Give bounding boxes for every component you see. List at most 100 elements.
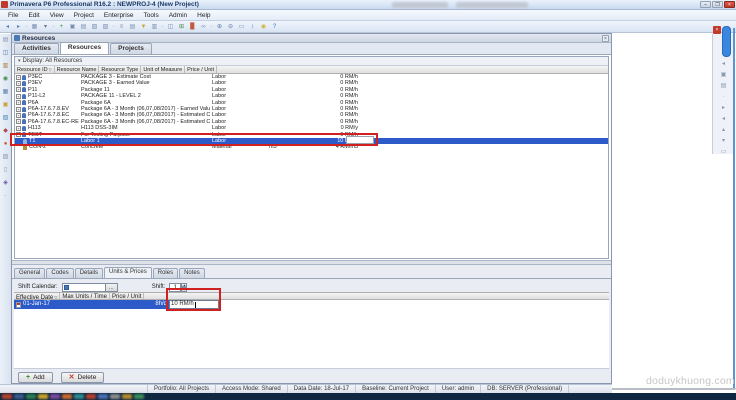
thresholds-view-icon[interactable]: ▨ [1, 153, 10, 162]
view-tab[interactable]: Activities [14, 43, 59, 54]
expander-icon[interactable]: + [16, 87, 21, 92]
move-left-icon[interactable]: ◂ [719, 115, 729, 124]
menu-item[interactable]: Help [192, 10, 215, 21]
layout-icon[interactable]: ▦ [29, 22, 40, 32]
issues-view-icon[interactable]: ● [1, 140, 10, 149]
expander-icon[interactable]: − [16, 132, 21, 137]
paste-icon[interactable]: ▤ [719, 82, 729, 91]
projects-view-icon[interactable]: ▤ [1, 36, 10, 45]
expander-icon[interactable]: + [16, 100, 21, 105]
column-header[interactable]: Price / Unit [185, 66, 217, 73]
details-tab[interactable]: Notes [179, 268, 205, 278]
assignments-view-icon[interactable]: ▧ [1, 114, 10, 123]
shift-value[interactable]: 1 [169, 283, 181, 292]
scrollbar-thumb[interactable] [722, 26, 731, 57]
toolbar-dot-icon[interactable]: · [719, 93, 729, 102]
forward-icon[interactable]: ▸ [13, 22, 24, 32]
taskbar[interactable] [0, 393, 736, 400]
help-icon[interactable]: ? [269, 22, 280, 32]
expander-icon[interactable]: + [16, 107, 21, 112]
wbs-view-icon[interactable]: ▦ [1, 88, 10, 97]
taskbar-app-icon[interactable] [62, 394, 72, 399]
copy-icon[interactable]: ▣ [67, 22, 78, 32]
delete-icon[interactable]: × [713, 26, 721, 34]
menu-item[interactable]: Admin [164, 10, 192, 21]
taskbar-app-icon[interactable] [134, 394, 144, 399]
column-header[interactable]: Price / Unit [110, 293, 144, 299]
zoom-out-icon[interactable]: ⊖ [225, 22, 236, 32]
spin-down-icon[interactable]: ▼ [181, 287, 187, 292]
cut-icon[interactable]: ▧ [89, 22, 100, 32]
columns-icon[interactable]: ◫ [165, 22, 176, 32]
menu-item[interactable]: Tools [139, 10, 164, 21]
taskbar-app-icon[interactable] [2, 394, 12, 399]
copy-icon[interactable]: ▣ [719, 71, 729, 80]
level-resources-icon[interactable]: ▤ [127, 22, 138, 32]
shift-stepper[interactable]: 1 ▲ ▼ [169, 283, 187, 292]
details-tab[interactable]: Codes [46, 268, 73, 278]
expander-icon[interactable]: + [16, 94, 21, 99]
back-icon[interactable]: ◂ [2, 22, 13, 32]
column-header[interactable]: Effective Date▽ [14, 293, 60, 299]
taskbar-app-icon[interactable] [122, 394, 132, 399]
add-icon[interactable]: + [56, 22, 67, 32]
title-bar[interactable]: Primavera P6 Professional R16.2 : NEWPRO… [0, 0, 736, 10]
maximize-button[interactable]: ❐ [712, 1, 723, 8]
expander-icon[interactable]: + [16, 75, 21, 80]
menu-item[interactable]: Enterprise [99, 10, 139, 21]
relationship-icon[interactable]: ∞ [198, 22, 209, 32]
column-header[interactable]: Resource Type [99, 66, 141, 73]
progress-spotlight-icon[interactable]: ◉ [258, 22, 269, 32]
add-button[interactable]: + Add [18, 372, 53, 383]
details-tab[interactable]: Units & Prices [104, 267, 152, 278]
assign-icon[interactable]: ▭ [719, 148, 729, 157]
move-up-icon[interactable]: ▴ [719, 126, 729, 135]
close-button[interactable]: × [724, 1, 735, 8]
details-tab[interactable]: General [14, 268, 45, 278]
taskbar-app-icon[interactable] [26, 394, 36, 399]
taskbar-app-icon[interactable] [14, 394, 24, 399]
expenses-view-icon[interactable]: ◈ [1, 179, 10, 188]
reports-view-icon[interactable]: ▥ [1, 62, 10, 71]
chart-icon[interactable]: ▉ [187, 22, 198, 32]
cut-icon[interactable]: ◂ [719, 60, 729, 69]
column-header[interactable]: Unit of Measure [141, 66, 185, 73]
move-right-icon[interactable]: ▸ [719, 104, 729, 113]
taskbar-app-icon[interactable] [74, 394, 84, 399]
menu-item[interactable]: Edit [23, 10, 44, 21]
expander-icon[interactable]: + [16, 113, 21, 118]
move-down-icon[interactable]: ▾ [719, 137, 729, 146]
taskbar-app-icon[interactable] [110, 394, 120, 399]
expander-icon[interactable]: + [16, 81, 21, 86]
expander-icon[interactable]: + [16, 126, 21, 131]
taskbar-app-icon[interactable] [98, 394, 108, 399]
close-icon[interactable]: × [602, 35, 609, 42]
scrollbar-track[interactable] [733, 28, 735, 388]
risks-view-icon[interactable]: ◆ [1, 127, 10, 136]
details-tab[interactable]: Details [75, 268, 103, 278]
price-unit-edit-field[interactable]: 10 RM/h [169, 300, 219, 309]
layout-dropdown-icon[interactable]: ▾ [40, 22, 51, 32]
details-tab[interactable]: Roles [153, 268, 178, 278]
taskbar-app-icon[interactable] [38, 394, 48, 399]
delete-button[interactable]: ✕ Delete [61, 372, 105, 383]
schedule-icon[interactable]: ≡ [116, 22, 127, 32]
spreadsheet-icon[interactable]: ⊞ [176, 22, 187, 32]
group-sort-icon[interactable]: ▥ [149, 22, 160, 32]
paste-icon[interactable]: ▤ [78, 22, 89, 32]
tracking-view-icon[interactable]: ◉ [1, 75, 10, 84]
taskbar-app-icon[interactable] [50, 394, 60, 399]
expand-icon[interactable]: ↕ [247, 22, 258, 32]
menu-item[interactable]: File [3, 10, 23, 21]
filter-icon[interactable]: ▼ [138, 22, 149, 32]
view-tab[interactable]: Resources [60, 42, 109, 54]
shift-calendar-field[interactable] [62, 283, 106, 292]
browse-button[interactable]: … [106, 283, 118, 292]
menu-item[interactable]: Project [69, 10, 99, 21]
resources-view-icon[interactable]: ◫ [1, 49, 10, 58]
units-prices-row[interactable]: 01-Jan-17 8h/d 10 RM/h [14, 300, 609, 309]
table-row[interactable]: CON-2 Concrete Material m3 4 RM/m3 [15, 144, 608, 150]
menu-item[interactable]: View [45, 10, 69, 21]
display-options-bar[interactable]: ▾ Display: All Resources [15, 57, 608, 66]
expander-icon[interactable]: + [16, 119, 21, 124]
